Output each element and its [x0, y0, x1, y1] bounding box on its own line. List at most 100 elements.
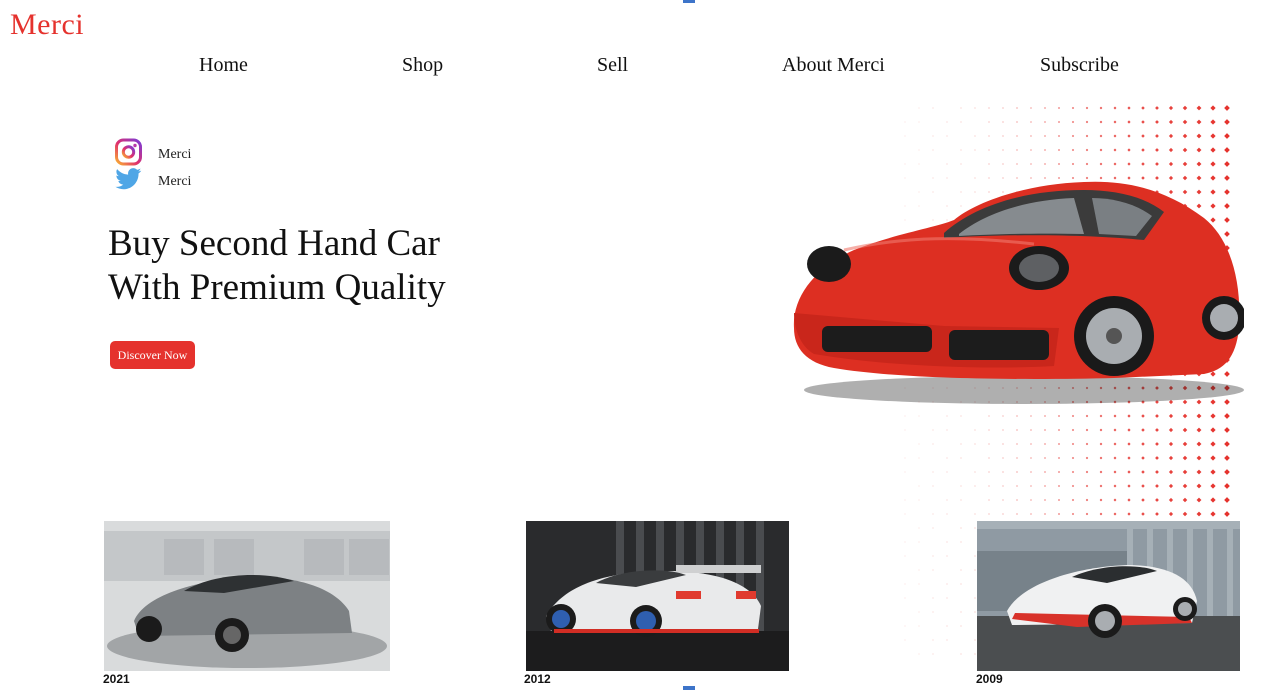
car-card-2012[interactable] — [526, 521, 789, 671]
halftone-dot — [1141, 148, 1145, 152]
halftone-dot — [1127, 134, 1131, 138]
halftone-dot — [1016, 415, 1018, 417]
halftone-dot — [1071, 162, 1075, 166]
halftone-dot — [1155, 414, 1159, 418]
halftone-dot — [1002, 107, 1004, 109]
hero-title-line2: With Premium Quality — [108, 267, 446, 308]
halftone-dot — [1030, 443, 1032, 445]
halftone-dot — [932, 149, 934, 151]
brand-logo[interactable]: Merci — [10, 8, 84, 42]
halftone-dot — [1113, 456, 1117, 460]
halftone-dot — [1016, 457, 1018, 459]
halftone-dot — [1168, 119, 1174, 125]
halftone-dot — [1155, 512, 1159, 516]
halftone-dot — [1127, 162, 1131, 166]
white-nissan-370z-nismo-image — [977, 521, 1240, 671]
nav-about[interactable]: About Merci — [782, 54, 885, 77]
halftone-dot — [1044, 485, 1046, 487]
halftone-dot — [918, 583, 920, 585]
nav-subscribe[interactable]: Subscribe — [1040, 54, 1119, 77]
halftone-dot — [1141, 442, 1145, 446]
halftone-dot — [1058, 107, 1060, 109]
halftone-dot — [1141, 162, 1145, 166]
halftone-dot — [1085, 120, 1089, 124]
halftone-dot — [974, 135, 976, 137]
halftone-dot — [988, 121, 990, 123]
halftone-dot — [918, 163, 920, 165]
halftone-dot — [1058, 429, 1060, 431]
halftone-dot — [904, 135, 906, 137]
halftone-dot — [1224, 427, 1230, 433]
halftone-dot — [946, 513, 948, 515]
halftone-dot — [904, 429, 906, 431]
halftone-dot — [988, 163, 990, 165]
halftone-dot — [1168, 497, 1174, 503]
car-card-2009[interactable] — [977, 521, 1240, 671]
halftone-dot — [1182, 413, 1188, 419]
halftone-dot — [1099, 498, 1103, 502]
halftone-dot — [1002, 513, 1004, 515]
halftone-dot — [1002, 415, 1004, 417]
halftone-dot — [918, 653, 920, 655]
halftone-dot — [946, 597, 948, 599]
twitter-label: Merci — [158, 173, 192, 189]
halftone-dot — [1058, 499, 1060, 501]
halftone-dot — [904, 513, 906, 515]
halftone-dot — [1196, 147, 1202, 153]
halftone-dot — [1155, 428, 1159, 432]
halftone-dot — [1071, 456, 1075, 460]
halftone-dot — [1099, 414, 1103, 418]
halftone-dot — [1016, 485, 1018, 487]
halftone-dot — [904, 121, 906, 123]
halftone-dot — [1127, 512, 1131, 516]
halftone-dot — [1155, 498, 1159, 502]
halftone-dot — [918, 107, 920, 109]
halftone-dot — [1002, 485, 1004, 487]
nav-sell[interactable]: Sell — [597, 54, 628, 77]
top-marker-icon — [683, 0, 695, 3]
halftone-dot — [1210, 133, 1216, 139]
halftone-dot — [946, 541, 948, 543]
social-twitter-link[interactable]: Merci — [114, 168, 191, 195]
nav-shop[interactable]: Shop — [402, 54, 443, 77]
halftone-dot — [1127, 498, 1131, 502]
halftone-dot — [1155, 162, 1159, 166]
halftone-dot — [1224, 105, 1230, 111]
halftone-dot — [1099, 148, 1103, 152]
halftone-dot — [960, 121, 962, 123]
halftone-dot — [1168, 455, 1174, 461]
halftone-dot — [918, 149, 920, 151]
halftone-dot — [1030, 485, 1032, 487]
car-card-2021[interactable] — [104, 521, 390, 671]
halftone-dot — [946, 555, 948, 557]
halftone-dot — [1113, 134, 1117, 138]
halftone-dot — [1002, 135, 1004, 137]
social-instagram-link[interactable]: Merci — [114, 138, 191, 171]
halftone-dot — [1141, 484, 1145, 488]
halftone-dot — [932, 569, 934, 571]
discover-now-button[interactable]: Discover Now — [110, 341, 195, 369]
halftone-dot — [1141, 428, 1145, 432]
halftone-dot — [974, 555, 976, 557]
halftone-dot — [1085, 106, 1089, 110]
halftone-dot — [1002, 443, 1004, 445]
halftone-dot — [1071, 498, 1075, 502]
halftone-dot — [960, 611, 962, 613]
halftone-dot — [1182, 483, 1188, 489]
halftone-dot — [1196, 413, 1202, 419]
instagram-icon — [114, 138, 143, 171]
halftone-dot — [946, 415, 948, 417]
halftone-dot — [1182, 105, 1188, 111]
halftone-dot — [1182, 441, 1188, 447]
halftone-dot — [932, 443, 934, 445]
halftone-dot — [1210, 427, 1216, 433]
hero-title-line1: Buy Second Hand Car — [108, 223, 440, 264]
halftone-dot — [1016, 163, 1018, 165]
halftone-dot — [960, 625, 962, 627]
halftone-dot — [946, 163, 948, 165]
halftone-dot — [946, 471, 948, 473]
halftone-dot — [988, 135, 990, 137]
halftone-dot — [904, 639, 906, 641]
nav-home[interactable]: Home — [199, 54, 248, 77]
halftone-dot — [1085, 414, 1089, 418]
